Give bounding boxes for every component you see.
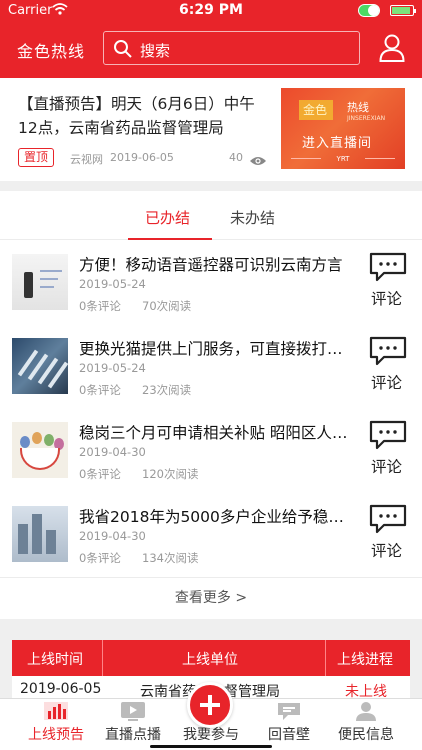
eye-icon <box>249 152 267 171</box>
search-placeholder: 搜索 <box>140 42 171 60</box>
column-header-status: 上线进程 <box>337 652 393 668</box>
item-thumbnail <box>12 422 68 478</box>
figure-shape <box>44 434 54 446</box>
item-thumbnail <box>12 338 68 394</box>
view-more-link[interactable]: 查看更多 > <box>0 577 422 619</box>
chat-icon <box>278 703 300 720</box>
participate-button[interactable] <box>187 682 233 728</box>
featured-article[interactable]: 【直播预告】明天（6月6日）中午12点，云南省药品监督管理局 置顶 云视网 20… <box>0 78 422 181</box>
list-item[interactable]: 更换光猫提供上门服务，可直接拨打热线 2019-05-24 0条评论 23次阅读… <box>0 324 422 408</box>
item-title: 稳岗三个月可申请相关补贴 昭阳区人社局 <box>79 424 355 442</box>
plus-icon <box>200 695 220 715</box>
featured-date: 2019-06-05 <box>110 151 174 164</box>
building-shape <box>18 524 28 554</box>
column-divider <box>102 640 103 676</box>
app-header: Carrier 6:29 PM 金色热线 搜索 <box>0 0 422 78</box>
tab-todo[interactable]: 未办结 <box>230 207 275 228</box>
pinned-badge: 置顶 <box>18 148 55 167</box>
featured-source: 云视网 <box>70 153 103 166</box>
list-item[interactable]: 我省2018年为5000多户企业给予稳岗补贴 2019-04-30 0条评论 1… <box>0 492 422 576</box>
list-item[interactable]: 方便！移动语音遥控器可识别云南方言 2019-05-24 0条评论 70次阅读 … <box>0 240 422 324</box>
item-comment-count: 0条评论 <box>79 467 121 481</box>
video-play-icon <box>121 702 145 721</box>
item-title: 我省2018年为5000多户企业给予稳岗补贴 <box>79 508 355 526</box>
comment-button[interactable]: 评论 <box>371 455 402 477</box>
tab-echo-wall[interactable]: 回音壁 <box>247 701 331 744</box>
item-comment-count: 0条评论 <box>79 299 121 313</box>
text-line <box>40 286 54 288</box>
comment-button[interactable]: 评论 <box>371 371 402 393</box>
bar-chart-icon <box>44 702 68 720</box>
table-header: 上线时间 上线单位 上线进程 <box>12 640 410 676</box>
user-icon[interactable] <box>379 34 405 66</box>
item-comment-count: 0条评论 <box>79 383 121 397</box>
tab-label: 便民信息 <box>338 727 394 743</box>
tab-preview[interactable]: 上线预告 <box>14 701 98 744</box>
comment-icon[interactable] <box>368 335 408 371</box>
person-icon <box>356 702 376 721</box>
item-date: 2019-05-24 <box>79 361 146 375</box>
tab-label: 上线预告 <box>28 727 84 743</box>
tab-done[interactable]: 已办结 <box>145 207 190 228</box>
cell-time: 2019-06-05 <box>20 681 102 697</box>
item-comment-count: 0条评论 <box>79 551 121 565</box>
app-title: 金色热线 <box>17 42 86 61</box>
item-date: 2019-04-30 <box>79 445 146 459</box>
text-line <box>40 270 62 272</box>
building-shape <box>32 514 42 554</box>
app-screen: Carrier 6:29 PM 金色热线 搜索 【直播预告】明天（6月6日）中午… <box>0 0 422 750</box>
home-indicator <box>150 745 272 748</box>
item-read-count: 120次阅读 <box>142 467 199 481</box>
banner-sub: YRT <box>336 155 350 163</box>
remote-shape <box>24 272 33 298</box>
comment-icon[interactable] <box>368 503 408 539</box>
item-thumbnail <box>12 254 68 310</box>
item-date: 2019-05-24 <box>79 277 146 291</box>
live-room-banner[interactable]: 金色 热线 JINSEREXIAN 进入直播间 YRT <box>281 88 405 169</box>
comment-button[interactable]: 评论 <box>371 287 402 309</box>
item-title: 更换光猫提供上门服务，可直接拨打热线 <box>79 340 355 358</box>
status-bar: Carrier 6:29 PM <box>0 0 422 22</box>
comment-button[interactable]: 评论 <box>371 539 402 561</box>
nav-bar: 金色热线 搜索 <box>0 22 422 78</box>
tab-label: 回音壁 <box>268 727 310 743</box>
item-read-count: 134次阅读 <box>142 551 199 565</box>
banner-cta: 进入直播间 <box>302 136 373 151</box>
banner-brand: 金色 <box>303 103 328 117</box>
column-header-unit: 上线单位 <box>182 652 238 668</box>
search-bar[interactable]: 搜索 <box>103 31 360 65</box>
featured-views: 40 <box>229 151 243 164</box>
item-read-count: 70次阅读 <box>142 299 192 313</box>
bottom-tab-bar: 上线预告 直播点播 我要参与 回音壁 便民信息 <box>0 682 422 750</box>
list-item[interactable]: 稳岗三个月可申请相关补贴 昭阳区人社局 2019-04-30 0条评论 120次… <box>0 408 422 492</box>
status-tabs: 已办结 未办结 <box>0 191 422 240</box>
tab-label: 我要参与 <box>183 727 239 743</box>
item-read-count: 23次阅读 <box>142 383 192 397</box>
search-icon <box>114 40 132 58</box>
banner-pinyin: JINSEREXIAN <box>347 115 386 122</box>
featured-title: 【直播预告】明天（6月6日）中午12点，云南省药品监督管理局 <box>18 95 255 137</box>
figure-shape <box>20 436 30 448</box>
text-line <box>40 278 58 280</box>
bowl-shape <box>20 448 60 470</box>
banner-hotline: 热线 <box>347 101 369 114</box>
item-thumbnail <box>12 506 68 562</box>
column-divider <box>325 640 326 676</box>
item-title: 方便！移动语音遥控器可识别云南方言 <box>79 256 343 274</box>
comment-icon[interactable] <box>368 251 408 287</box>
column-header-time: 上线时间 <box>27 652 83 668</box>
tab-info[interactable]: 便民信息 <box>324 701 408 744</box>
battery-icon <box>390 5 416 16</box>
tab-live[interactable]: 直播点播 <box>91 701 175 744</box>
figure-shape <box>32 432 42 444</box>
building-shape <box>46 530 56 554</box>
item-date: 2019-04-30 <box>79 529 146 543</box>
tab-label: 直播点播 <box>105 727 161 743</box>
toggle-icon <box>358 4 380 17</box>
task-panel: 已办结 未办结 方便！移动语音遥控器可识别云南方言 2019-05-24 0条评… <box>0 191 422 619</box>
comment-icon[interactable] <box>368 419 408 455</box>
